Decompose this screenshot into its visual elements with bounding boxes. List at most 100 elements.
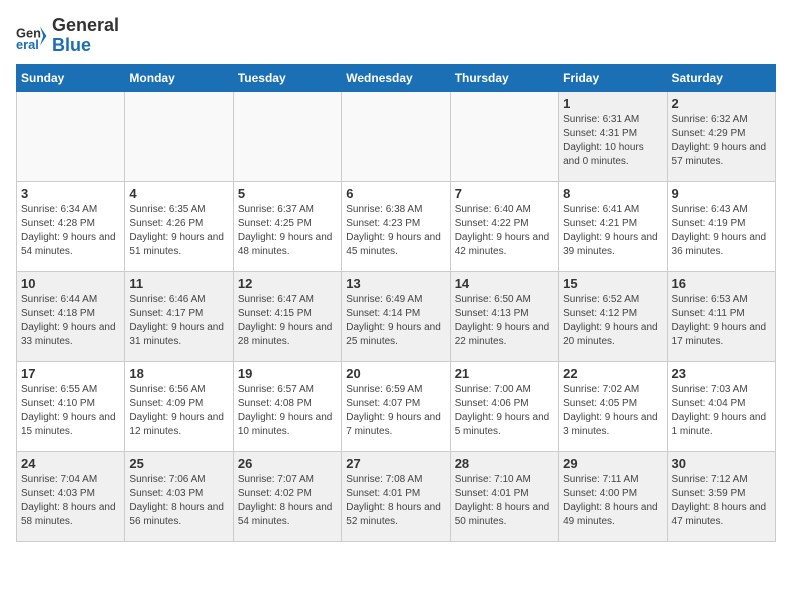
day-info: Sunrise: 6:55 AM Sunset: 4:10 PM Dayligh…	[21, 383, 120, 439]
calendar-table: SundayMondayTuesdayWednesdayThursdayFrid…	[16, 64, 776, 542]
day-number: 16	[672, 276, 771, 291]
day-number: 26	[238, 456, 337, 471]
day-info: Sunrise: 6:32 AM Sunset: 4:29 PM Dayligh…	[672, 113, 771, 169]
day-info: Sunrise: 7:08 AM Sunset: 4:01 PM Dayligh…	[346, 473, 445, 529]
day-info: Sunrise: 6:56 AM Sunset: 4:09 PM Dayligh…	[129, 383, 228, 439]
day-info: Sunrise: 7:02 AM Sunset: 4:05 PM Dayligh…	[563, 383, 662, 439]
day-number: 12	[238, 276, 337, 291]
day-number: 30	[672, 456, 771, 471]
day-info: Sunrise: 7:06 AM Sunset: 4:03 PM Dayligh…	[129, 473, 228, 529]
day-info: Sunrise: 6:49 AM Sunset: 4:14 PM Dayligh…	[346, 293, 445, 349]
day-number: 9	[672, 186, 771, 201]
calendar-cell: 23 Sunrise: 7:03 AM Sunset: 4:04 PM Dayli…	[667, 361, 775, 451]
day-number: 28	[455, 456, 554, 471]
calendar-cell: 19 Sunrise: 6:57 AM Sunset: 4:08 PM Dayli…	[233, 361, 341, 451]
day-number: 20	[346, 366, 445, 381]
day-number: 27	[346, 456, 445, 471]
day-number: 3	[21, 186, 120, 201]
dow-header-saturday: Saturday	[667, 64, 775, 91]
day-number: 8	[563, 186, 662, 201]
dow-header-tuesday: Tuesday	[233, 64, 341, 91]
day-info: Sunrise: 7:03 AM Sunset: 4:04 PM Dayligh…	[672, 383, 771, 439]
day-number: 4	[129, 186, 228, 201]
calendar-cell: 16 Sunrise: 6:53 AM Sunset: 4:11 PM Dayli…	[667, 271, 775, 361]
day-info: Sunrise: 6:57 AM Sunset: 4:08 PM Dayligh…	[238, 383, 337, 439]
day-number: 23	[672, 366, 771, 381]
day-number: 10	[21, 276, 120, 291]
calendar-week-3: 17 Sunrise: 6:55 AM Sunset: 4:10 PM Dayli…	[17, 361, 776, 451]
calendar-cell: 8 Sunrise: 6:41 AM Sunset: 4:21 PM Daylig…	[559, 181, 667, 271]
day-info: Sunrise: 6:41 AM Sunset: 4:21 PM Dayligh…	[563, 203, 662, 259]
calendar-cell	[125, 91, 233, 181]
calendar-cell	[233, 91, 341, 181]
calendar-cell: 22Sunrise: 7:02 AM Sunset: 4:05 PM Dayli…	[559, 361, 667, 451]
day-number: 25	[129, 456, 228, 471]
calendar-cell: 25 Sunrise: 7:06 AM Sunset: 4:03 PM Dayli…	[125, 451, 233, 541]
calendar-cell: 14Sunrise: 6:50 AM Sunset: 4:13 PM Dayli…	[450, 271, 558, 361]
day-info: Sunrise: 6:52 AM Sunset: 4:12 PM Dayligh…	[563, 293, 662, 349]
day-info: Sunrise: 7:10 AM Sunset: 4:01 PM Dayligh…	[455, 473, 554, 529]
calendar-cell: 27 Sunrise: 7:08 AM Sunset: 4:01 PM Dayli…	[342, 451, 450, 541]
calendar-cell: 26Sunrise: 7:07 AM Sunset: 4:02 PM Dayli…	[233, 451, 341, 541]
calendar-cell: 5 Sunrise: 6:37 AM Sunset: 4:25 PM Daylig…	[233, 181, 341, 271]
calendar-week-1: 3 Sunrise: 6:34 AM Sunset: 4:28 PM Daylig…	[17, 181, 776, 271]
day-info: Sunrise: 6:53 AM Sunset: 4:11 PM Dayligh…	[672, 293, 771, 349]
day-number: 24	[21, 456, 120, 471]
calendar-cell: 7 Sunrise: 6:40 AM Sunset: 4:22 PM Daylig…	[450, 181, 558, 271]
day-info: Sunrise: 6:47 AM Sunset: 4:15 PM Dayligh…	[238, 293, 337, 349]
calendar-cell: 11 Sunrise: 6:46 AM Sunset: 4:17 PM Dayli…	[125, 271, 233, 361]
day-info: Sunrise: 7:04 AM Sunset: 4:03 PM Dayligh…	[21, 473, 120, 529]
calendar-cell	[450, 91, 558, 181]
dow-header-sunday: Sunday	[17, 64, 125, 91]
dow-header-friday: Friday	[559, 64, 667, 91]
day-number: 18	[129, 366, 228, 381]
svg-text:eral: eral	[16, 37, 39, 52]
calendar-week-0: 1 Sunrise: 6:31 AM Sunset: 4:31 PM Daylig…	[17, 91, 776, 181]
calendar-cell: 6 Sunrise: 6:38 AM Sunset: 4:23 PM Daylig…	[342, 181, 450, 271]
day-info: Sunrise: 6:31 AM Sunset: 4:31 PM Dayligh…	[563, 113, 662, 169]
day-number: 29	[563, 456, 662, 471]
day-number: 21	[455, 366, 554, 381]
calendar-cell: 3 Sunrise: 6:34 AM Sunset: 4:28 PM Daylig…	[17, 181, 125, 271]
day-number: 1	[563, 96, 662, 111]
day-info: Sunrise: 6:38 AM Sunset: 4:23 PM Dayligh…	[346, 203, 445, 259]
calendar-cell: 21 Sunrise: 7:00 AM Sunset: 4:06 PM Dayli…	[450, 361, 558, 451]
day-info: Sunrise: 7:11 AM Sunset: 4:00 PM Dayligh…	[563, 473, 662, 529]
day-number: 6	[346, 186, 445, 201]
calendar-cell	[342, 91, 450, 181]
calendar-cell: 29 Sunrise: 7:11 AM Sunset: 4:00 PM Dayli…	[559, 451, 667, 541]
day-number: 7	[455, 186, 554, 201]
dow-header-monday: Monday	[125, 64, 233, 91]
day-info: Sunrise: 6:50 AM Sunset: 4:13 PM Dayligh…	[455, 293, 554, 349]
day-info: Sunrise: 6:40 AM Sunset: 4:22 PM Dayligh…	[455, 203, 554, 259]
day-info: Sunrise: 6:35 AM Sunset: 4:26 PM Dayligh…	[129, 203, 228, 259]
day-info: Sunrise: 6:37 AM Sunset: 4:25 PM Dayligh…	[238, 203, 337, 259]
calendar-week-2: 10Sunrise: 6:44 AM Sunset: 4:18 PM Dayli…	[17, 271, 776, 361]
calendar-cell	[17, 91, 125, 181]
day-info: Sunrise: 6:34 AM Sunset: 4:28 PM Dayligh…	[21, 203, 120, 259]
day-number: 15	[563, 276, 662, 291]
dow-header-thursday: Thursday	[450, 64, 558, 91]
calendar-cell: 10Sunrise: 6:44 AM Sunset: 4:18 PM Dayli…	[17, 271, 125, 361]
day-info: Sunrise: 7:00 AM Sunset: 4:06 PM Dayligh…	[455, 383, 554, 439]
logo-icon: Gen eral	[16, 20, 48, 52]
calendar-cell: 12 Sunrise: 6:47 AM Sunset: 4:15 PM Dayli…	[233, 271, 341, 361]
calendar-cell: 17 Sunrise: 6:55 AM Sunset: 4:10 PM Dayli…	[17, 361, 125, 451]
day-number: 19	[238, 366, 337, 381]
page-header: Gen eral General Blue	[16, 16, 776, 56]
calendar-cell: 4 Sunrise: 6:35 AM Sunset: 4:26 PM Daylig…	[125, 181, 233, 271]
day-number: 13	[346, 276, 445, 291]
calendar-cell: 15 Sunrise: 6:52 AM Sunset: 4:12 PM Dayli…	[559, 271, 667, 361]
calendar-cell: 20 Sunrise: 6:59 AM Sunset: 4:07 PM Dayli…	[342, 361, 450, 451]
day-info: Sunrise: 7:12 AM Sunset: 3:59 PM Dayligh…	[672, 473, 771, 529]
logo-text: General Blue	[52, 16, 119, 56]
day-info: Sunrise: 6:46 AM Sunset: 4:17 PM Dayligh…	[129, 293, 228, 349]
day-number: 17	[21, 366, 120, 381]
calendar-cell: 13 Sunrise: 6:49 AM Sunset: 4:14 PM Dayli…	[342, 271, 450, 361]
day-number: 11	[129, 276, 228, 291]
day-info: Sunrise: 6:43 AM Sunset: 4:19 PM Dayligh…	[672, 203, 771, 259]
day-number: 5	[238, 186, 337, 201]
day-info: Sunrise: 6:59 AM Sunset: 4:07 PM Dayligh…	[346, 383, 445, 439]
calendar-cell: 30 Sunrise: 7:12 AM Sunset: 3:59 PM Dayli…	[667, 451, 775, 541]
calendar-cell: 18 Sunrise: 6:56 AM Sunset: 4:09 PM Dayli…	[125, 361, 233, 451]
